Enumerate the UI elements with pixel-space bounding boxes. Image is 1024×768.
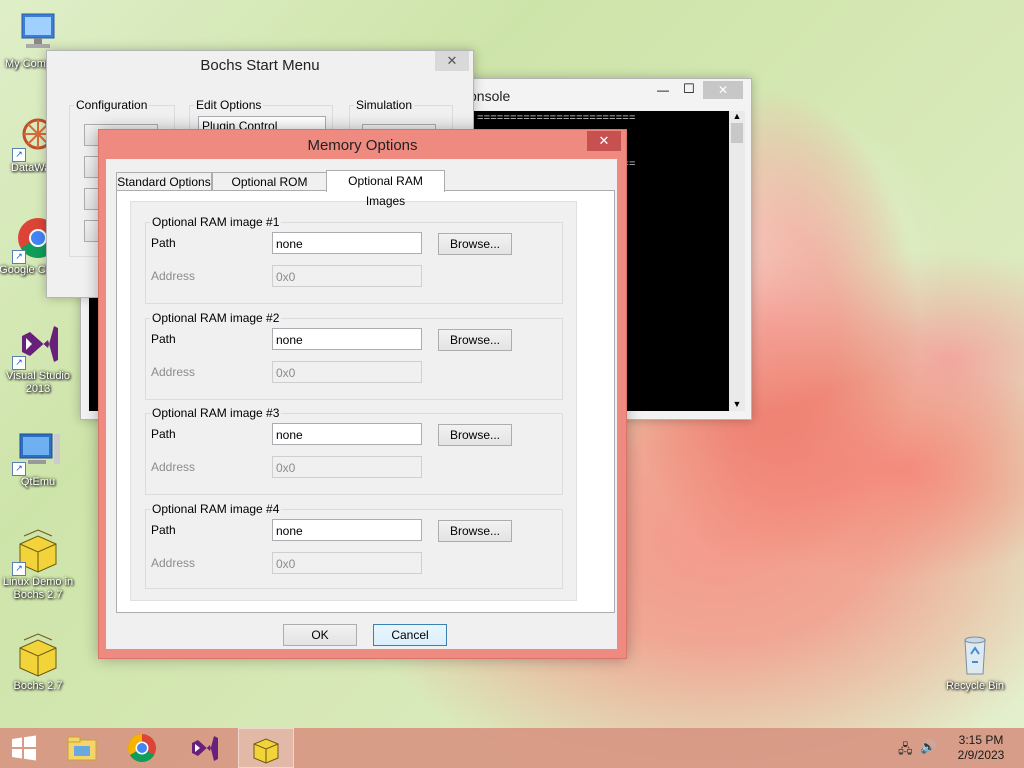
shortcut-arrow-icon: ↗ [12, 356, 26, 370]
ram-image-group-label: Optional RAM image #2 [150, 311, 282, 325]
path-field[interactable]: none [272, 232, 422, 254]
scroll-down-icon[interactable]: ▼ [729, 399, 745, 409]
taskbar-chrome[interactable] [114, 728, 170, 768]
shortcut-arrow-icon: ↗ [12, 250, 26, 264]
start-button[interactable] [0, 728, 48, 768]
taskbar-file-explorer[interactable] [54, 728, 110, 768]
tab-page: Optional RAM image #1 Path none Browse..… [116, 190, 615, 613]
clock-time: 3:15 PM [958, 733, 1004, 747]
address-field[interactable]: 0x0 [272, 552, 422, 574]
volume-icon[interactable]: 🔊 [920, 739, 936, 755]
browse-button[interactable]: Browse... [438, 424, 512, 446]
desktop-icon-label: Visual Studio 2013 [5, 370, 70, 395]
console-close-button[interactable]: ✕ [703, 81, 743, 99]
dialog-client: Standard Options Optional ROM Images Opt… [106, 159, 617, 649]
tab-optional-ram-images[interactable]: Optional RAM Images [326, 170, 445, 208]
browse-button[interactable]: Browse... [438, 233, 512, 255]
visual-studio-icon [192, 736, 218, 761]
dialog-titlebar[interactable]: Memory Options ✕ [99, 130, 626, 158]
ram-images-panel: Optional RAM image #1 Path none Browse..… [130, 201, 577, 601]
desktop-icon-label: Bochs 2.7 [13, 680, 63, 692]
shortcut-arrow-icon: ↗ [12, 562, 26, 576]
chrome-icon [128, 734, 156, 762]
path-label: Path [151, 236, 176, 250]
ram-image-group-label: Optional RAM image #1 [150, 215, 282, 229]
simulation-label: Simulation [354, 98, 415, 112]
path-field[interactable]: none [272, 423, 422, 445]
memory-options-dialog[interactable]: Memory Options ✕ Standard Options Option… [98, 129, 627, 659]
desktop-icon-qtemu[interactable]: ↗ QtEmu [0, 426, 78, 489]
bochs-box-icon [253, 738, 279, 764]
recycle-bin-icon [951, 630, 999, 678]
ram-image-group-3: Optional RAM image #3 Path none Browse..… [145, 406, 563, 495]
configuration-label: Configuration [74, 98, 150, 112]
desktop-icon-label: Linux Demo in Bochs 2.7 [2, 576, 74, 601]
folder-icon [67, 736, 97, 761]
clock[interactable]: 3:15 PM 2/9/2023 [946, 733, 1016, 763]
desktop-icon-recycle-bin[interactable]: Recycle Bin [935, 630, 1015, 693]
path-label: Path [151, 523, 176, 537]
console-minimize-button[interactable]: — [653, 83, 673, 97]
taskbar-bochs[interactable] [238, 728, 294, 768]
clock-date: 2/9/2023 [957, 748, 1005, 762]
cancel-button[interactable]: Cancel [373, 624, 447, 646]
edit-options-label: Edit Options [194, 98, 264, 112]
console-maximize-button[interactable]: ☐ [679, 81, 699, 97]
scroll-up-icon[interactable]: ▲ [729, 111, 745, 121]
tab-optional-rom-images[interactable]: Optional ROM Images [212, 172, 327, 207]
console-line: ======================== [477, 113, 636, 125]
address-label: Address [151, 556, 196, 570]
shortcut-arrow-icon: ↗ [12, 148, 26, 162]
browse-button[interactable]: Browse... [438, 520, 512, 542]
bochs-box-icon: ↗ [12, 526, 62, 576]
start-menu-title: Bochs Start Menu [200, 57, 320, 74]
console-scrollbar[interactable]: ▲ ▼ [729, 111, 745, 411]
start-menu-titlebar[interactable]: Bochs Start Menu ✕ [47, 51, 473, 79]
ram-image-group-label: Optional RAM image #3 [150, 406, 282, 420]
address-label: Address [151, 460, 196, 474]
path-label: Path [151, 332, 176, 346]
path-field[interactable]: none [272, 519, 422, 541]
desktop-icon-visual-studio[interactable]: ↗ Visual Studio 2013 [0, 320, 78, 396]
shortcut-arrow-icon: ↗ [12, 462, 26, 476]
desktop-icon-bochs[interactable]: Bochs 2.7 [0, 630, 78, 693]
ok-button[interactable]: OK [283, 624, 357, 646]
ram-image-group-label: Optional RAM image #4 [150, 502, 282, 516]
address-label: Address [151, 269, 196, 283]
ram-image-group-4: Optional RAM image #4 Path none Browse..… [145, 502, 563, 589]
address-field[interactable]: 0x0 [272, 265, 422, 287]
start-menu-close-button[interactable]: ✕ [435, 51, 469, 71]
taskbar: 🖧 🔊 3:15 PM 2/9/2023 [0, 728, 1024, 768]
address-field[interactable]: 0x0 [272, 361, 422, 383]
path-field[interactable]: none [272, 328, 422, 350]
visual-studio-icon: ↗ [12, 320, 62, 370]
windows-logo-icon [12, 735, 36, 761]
desktop-icon-label: Recycle Bin [945, 680, 1005, 692]
dialog-title: Memory Options [307, 137, 418, 154]
desktop-icon-label: QtEmu [20, 476, 56, 488]
computer-icon [14, 8, 62, 56]
address-field[interactable]: 0x0 [272, 456, 422, 478]
ram-image-group-2: Optional RAM image #2 Path none Browse..… [145, 311, 563, 400]
desktop-icon-linux-demo[interactable]: ↗ Linux Demo in Bochs 2.7 [0, 526, 78, 602]
qtemu-icon: ↗ [12, 426, 62, 476]
dialog-close-button[interactable]: ✕ [587, 131, 621, 151]
bochs-box-icon [14, 630, 62, 678]
address-label: Address [151, 365, 196, 379]
path-label: Path [151, 427, 176, 441]
ram-image-group-1: Optional RAM image #1 Path none Browse..… [145, 215, 563, 304]
network-icon[interactable]: 🖧 [898, 740, 913, 762]
scroll-thumb[interactable] [731, 123, 743, 143]
taskbar-visual-studio[interactable] [176, 728, 232, 768]
tab-standard-options[interactable]: Standard Options [116, 172, 212, 191]
console-title: onsole [469, 88, 511, 104]
browse-button[interactable]: Browse... [438, 329, 512, 351]
